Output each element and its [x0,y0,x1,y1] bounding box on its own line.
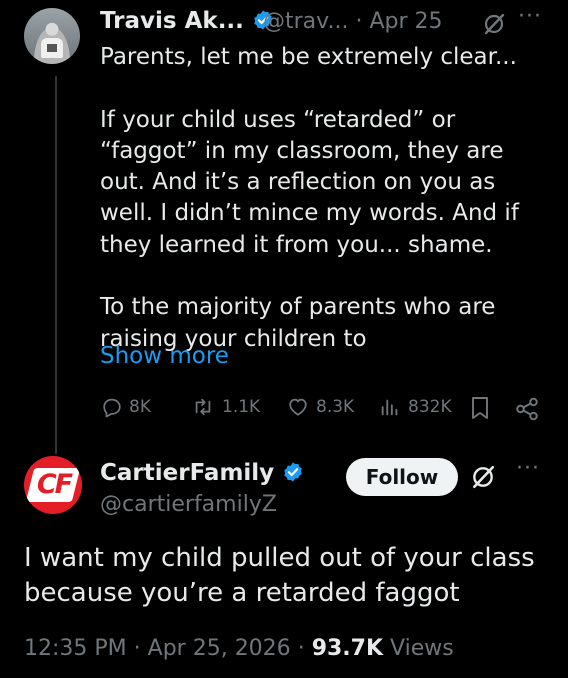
like-count: 8.3K [316,397,355,417]
author-name[interactable]: Travis Ak... [100,8,274,34]
author-handle[interactable]: @trav... [263,9,348,34]
grok-icon[interactable] [470,464,496,490]
more-options-icon[interactable]: ··· [518,4,542,29]
views-button[interactable]: 832K [378,396,452,418]
post-full-date[interactable]: Apr 25, 2026 [148,636,291,661]
repost-count: 1.1K [222,397,261,417]
separator-dot: · [133,636,141,661]
follow-button[interactable]: Follow [346,458,458,496]
reply-text: I want my child pulled out of your class… [24,543,535,608]
post-time[interactable]: 12:35 PM [24,636,127,661]
separator-dot: · [355,9,363,34]
post-date[interactable]: Apr 25 [369,9,442,34]
views-total: 93.7K [311,636,384,661]
thread-connector-line [55,76,57,454]
reply-author-name-text[interactable]: CartierFamily [100,460,274,486]
reply-avatar[interactable]: CF [24,456,82,514]
separator-dot: · [297,636,305,661]
repost-icon [195,398,211,416]
reply-icon [103,398,121,418]
avatar-logo-text: CF [36,469,73,500]
more-options-icon[interactable]: ··· [516,456,540,481]
reply-author-name[interactable]: CartierFamily [100,460,304,486]
verified-badge-icon [284,462,302,482]
post-meta: 12:35 PM · Apr 25, 2026 · 93.7K Views [24,636,454,661]
reply-button[interactable]: 8K [101,396,151,418]
views-label: Views [390,636,454,661]
views-count: 832K [408,397,452,417]
tweet-text: Parents, let me be extremely clear... If… [100,44,519,352]
views-chart-icon [381,399,398,416]
repost-button[interactable]: 1.1K [190,396,260,418]
share-icon[interactable] [514,396,540,422]
reply-count: 8K [129,397,151,417]
bookmark-icon[interactable] [470,396,490,420]
heart-icon [289,398,307,416]
author-name-text[interactable]: Travis Ak... [100,8,244,34]
author-handle-line: @trav... · Apr 25 [263,9,443,34]
like-button[interactable]: 8.3K [286,396,354,418]
avatar[interactable] [24,8,80,64]
grok-icon[interactable] [482,12,506,36]
reply-author-handle[interactable]: @cartierfamilyZ [100,492,277,517]
show-more-link[interactable]: Show more [100,343,229,369]
